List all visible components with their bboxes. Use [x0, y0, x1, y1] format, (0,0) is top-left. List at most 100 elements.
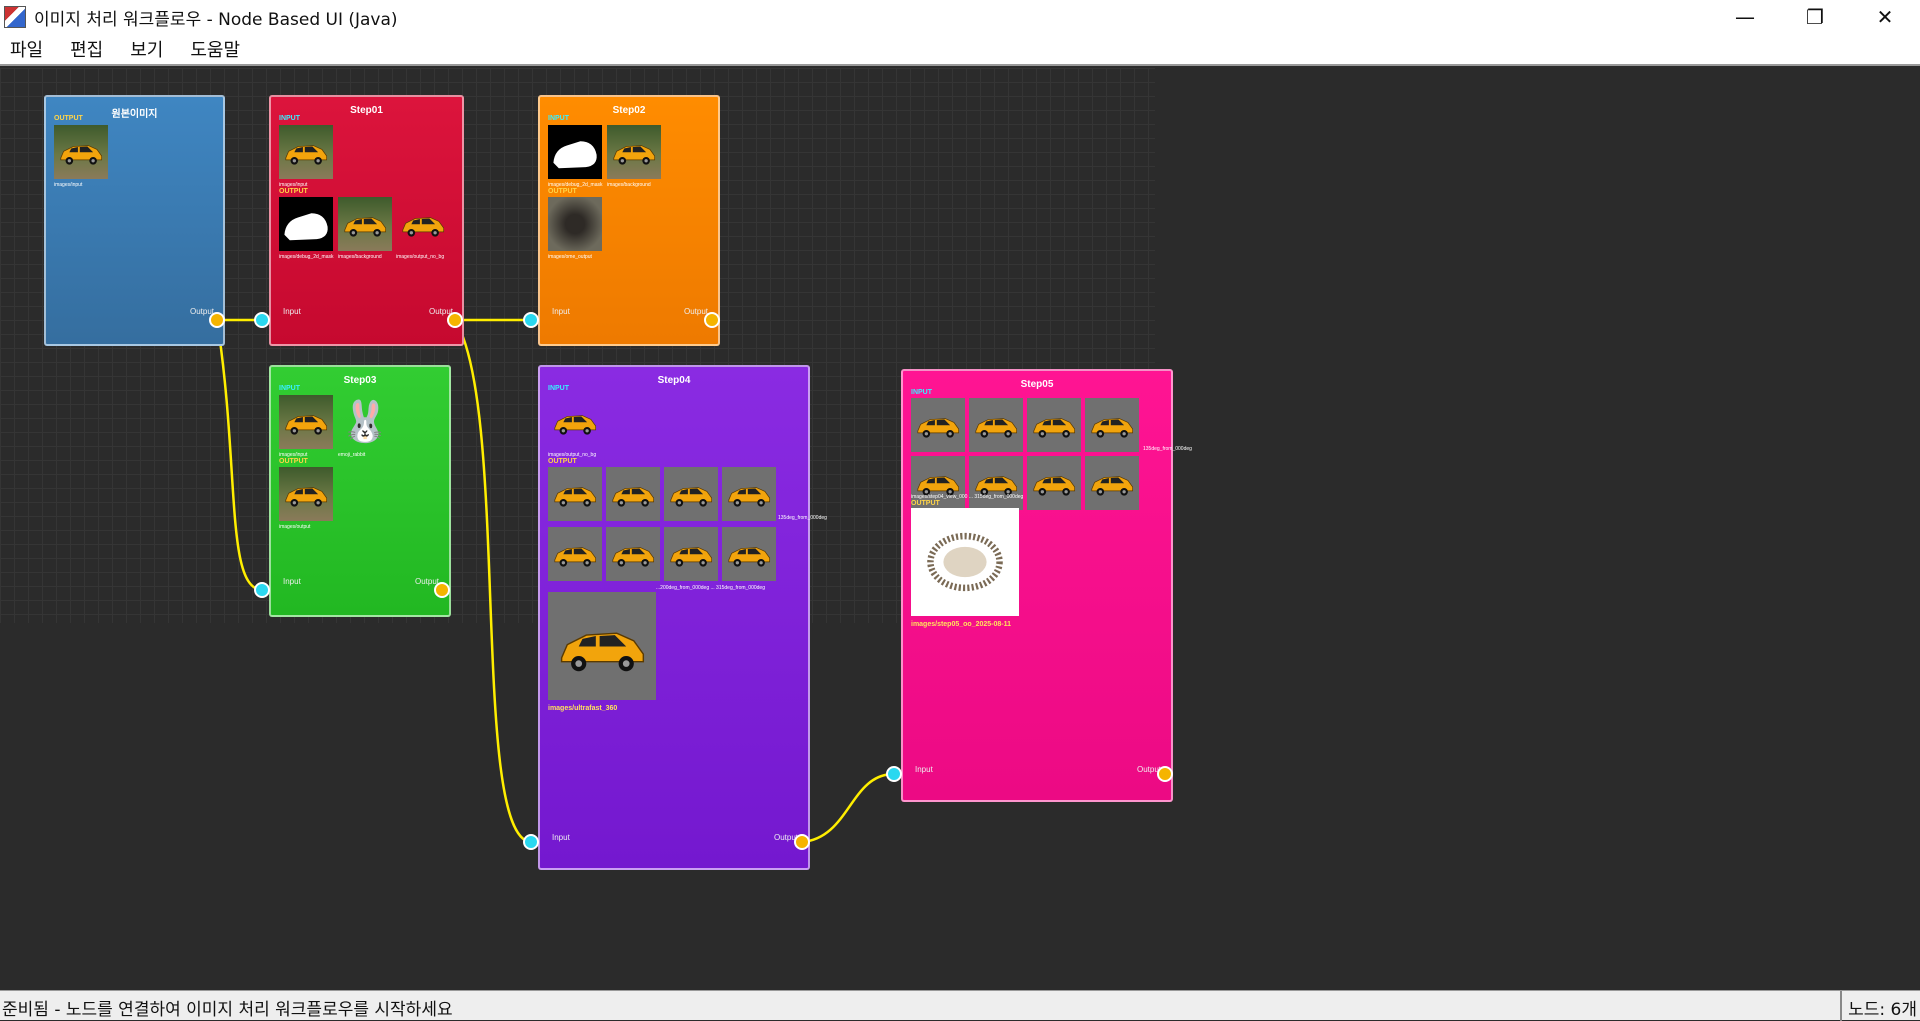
wire-step04-step05	[801, 772, 895, 844]
thumbnail-caption: images/step05_oo_2025-08-11	[911, 621, 1012, 628]
thumbnail-large[interactable]	[548, 592, 656, 700]
thumbnail-caption: 135deg_from_000deg	[778, 515, 827, 521]
rabbit-emoji-thumbnail[interactable]: 🐰	[338, 395, 392, 449]
minimize-button[interactable]: —	[1710, 0, 1780, 34]
step01-input-port[interactable]	[254, 312, 270, 328]
thumbnail[interactable]	[548, 125, 602, 179]
port-label: Input	[552, 307, 570, 316]
thumbnail[interactable]	[396, 197, 450, 251]
output-label: OUTPUT	[548, 188, 577, 195]
step03-output-port[interactable]	[434, 582, 450, 598]
minimize-icon: —	[1735, 5, 1755, 29]
output-label: OUTPUT	[911, 500, 940, 507]
thumbnail-caption: 135deg_from_000deg	[1143, 446, 1192, 452]
output-label: OUTPUT	[54, 115, 83, 122]
step05-output-port[interactable]	[1157, 766, 1173, 782]
thumbnail[interactable]	[548, 467, 602, 521]
thumbnail-caption: images/ultrafast_360	[548, 705, 618, 712]
thumbnail[interactable]	[607, 125, 661, 179]
node-step02[interactable]: Step02 INPUT images/debug_2d_mask images…	[538, 95, 720, 346]
mask-shape	[553, 141, 597, 169]
thumbnail[interactable]	[969, 456, 1023, 510]
input-label: INPUT	[548, 115, 569, 122]
step02-input-port[interactable]	[523, 312, 539, 328]
menu-file[interactable]: 파일	[10, 36, 43, 62]
window-title: 이미지 처리 워크플로우 - Node Based UI (Java)	[34, 9, 398, 30]
thumbnail[interactable]	[911, 398, 965, 452]
step01-output-port[interactable]	[447, 312, 463, 328]
thumbnail-caption: images/background	[338, 254, 382, 260]
thumbnail[interactable]	[606, 527, 660, 581]
source-output-port[interactable]	[209, 312, 225, 328]
thumbnail[interactable]	[1027, 456, 1081, 510]
output-label: OUTPUT	[279, 458, 308, 465]
status-bar: 준비됨 - 노드를 연결하여 이미지 처리 워크플로우를 시작하세요 노드: 6…	[0, 990, 1920, 1021]
thumbnail[interactable]	[338, 197, 392, 251]
output-label: OUTPUT	[279, 188, 308, 195]
thumbnail-caption: images/input	[54, 182, 83, 188]
node-title: Step05	[1020, 379, 1054, 390]
thumbnail[interactable]	[548, 527, 602, 581]
thumbnail[interactable]	[722, 467, 776, 521]
close-button[interactable]: ✕	[1850, 0, 1920, 34]
thumbnail-caption: images/ome_output	[548, 254, 592, 260]
rabbit-icon: 🐰	[340, 399, 390, 445]
step04-input-port[interactable]	[523, 834, 539, 850]
app-icon	[4, 6, 26, 28]
step04-output-port[interactable]	[794, 834, 810, 850]
node-step04[interactable]: Step04 INPUT images/output_no_bg OUTPUT …	[538, 365, 827, 870]
menu-bar: 파일 편집 보기 도움말	[0, 34, 1920, 66]
input-label: INPUT	[548, 385, 569, 392]
thumbnail[interactable]	[279, 467, 333, 521]
restore-button[interactable]: ❐	[1780, 0, 1850, 34]
thumbnail-caption: ...200deg_from_000deg ... 315deg_from_00…	[656, 585, 765, 591]
menu-view[interactable]: 보기	[130, 36, 163, 62]
thumbnail[interactable]	[969, 398, 1023, 452]
step03-input-port[interactable]	[254, 582, 270, 598]
node-source[interactable]: 원본이미지 OUTPUT images/input Output	[44, 95, 225, 346]
node-canvas[interactable]: 원본이미지 OUTPUT images/input Output Step01 …	[0, 68, 1920, 988]
thumbnail[interactable]	[548, 197, 602, 251]
node-step05[interactable]: Step05 INPUT 135deg_from_000deg images/s…	[901, 369, 1192, 802]
thumbnail[interactable]	[606, 467, 660, 521]
mask-shape	[284, 213, 328, 241]
menu-edit[interactable]: 편집	[70, 36, 103, 62]
thumbnail[interactable]	[664, 527, 718, 581]
menu-help[interactable]: 도움말	[190, 36, 240, 62]
thumbnail[interactable]	[1085, 456, 1139, 510]
output-label: OUTPUT	[548, 458, 577, 465]
wire-source-step03	[215, 319, 263, 592]
node-step03[interactable]: Step03 INPUT 🐰 images/input emoji_rabbit…	[269, 365, 451, 617]
thumbnail[interactable]	[54, 125, 108, 179]
port-label: Input	[552, 833, 570, 842]
thumbnail[interactable]	[279, 197, 333, 251]
port-label: Input	[915, 765, 933, 774]
thumbnail[interactable]	[664, 467, 718, 521]
port-label: Input	[283, 307, 301, 316]
wire-step01-step04	[453, 319, 532, 844]
close-icon: ✕	[1876, 5, 1894, 29]
thumbnail[interactable]	[279, 395, 333, 449]
pointcloud-thumbnail[interactable]	[911, 508, 1019, 616]
thumbnail-caption: images/debug_2d_mask	[279, 254, 334, 260]
thumbnail[interactable]	[722, 527, 776, 581]
thumbnail-caption: emoji_rabbit	[338, 452, 366, 458]
node-step01[interactable]: Step01 INPUT images/input OUTPUT images/…	[269, 95, 464, 346]
node-count: 노드: 6개	[1840, 991, 1920, 1021]
restore-icon: ❐	[1806, 5, 1824, 29]
thumbnail[interactable]	[279, 125, 333, 179]
thumbnail[interactable]	[548, 395, 602, 449]
step02-output-port[interactable]	[704, 312, 720, 328]
pointcloud-shape	[927, 532, 1003, 592]
thumbnail-caption: images/output	[279, 524, 311, 530]
title-bar: 이미지 처리 워크플로우 - Node Based UI (Java) — ❐ …	[0, 0, 1920, 34]
step05-input-port[interactable]	[886, 766, 902, 782]
input-label: INPUT	[911, 389, 932, 396]
status-message: 준비됨 - 노드를 연결하여 이미지 처리 워크플로우를 시작하세요	[2, 1000, 453, 1020]
port-label: Input	[283, 577, 301, 586]
input-label: INPUT	[279, 385, 300, 392]
thumbnail-caption: images/output_no_bg	[396, 254, 445, 260]
thumbnail[interactable]	[1085, 398, 1139, 452]
thumbnail[interactable]	[1027, 398, 1081, 452]
node-title: Step04	[657, 375, 691, 386]
